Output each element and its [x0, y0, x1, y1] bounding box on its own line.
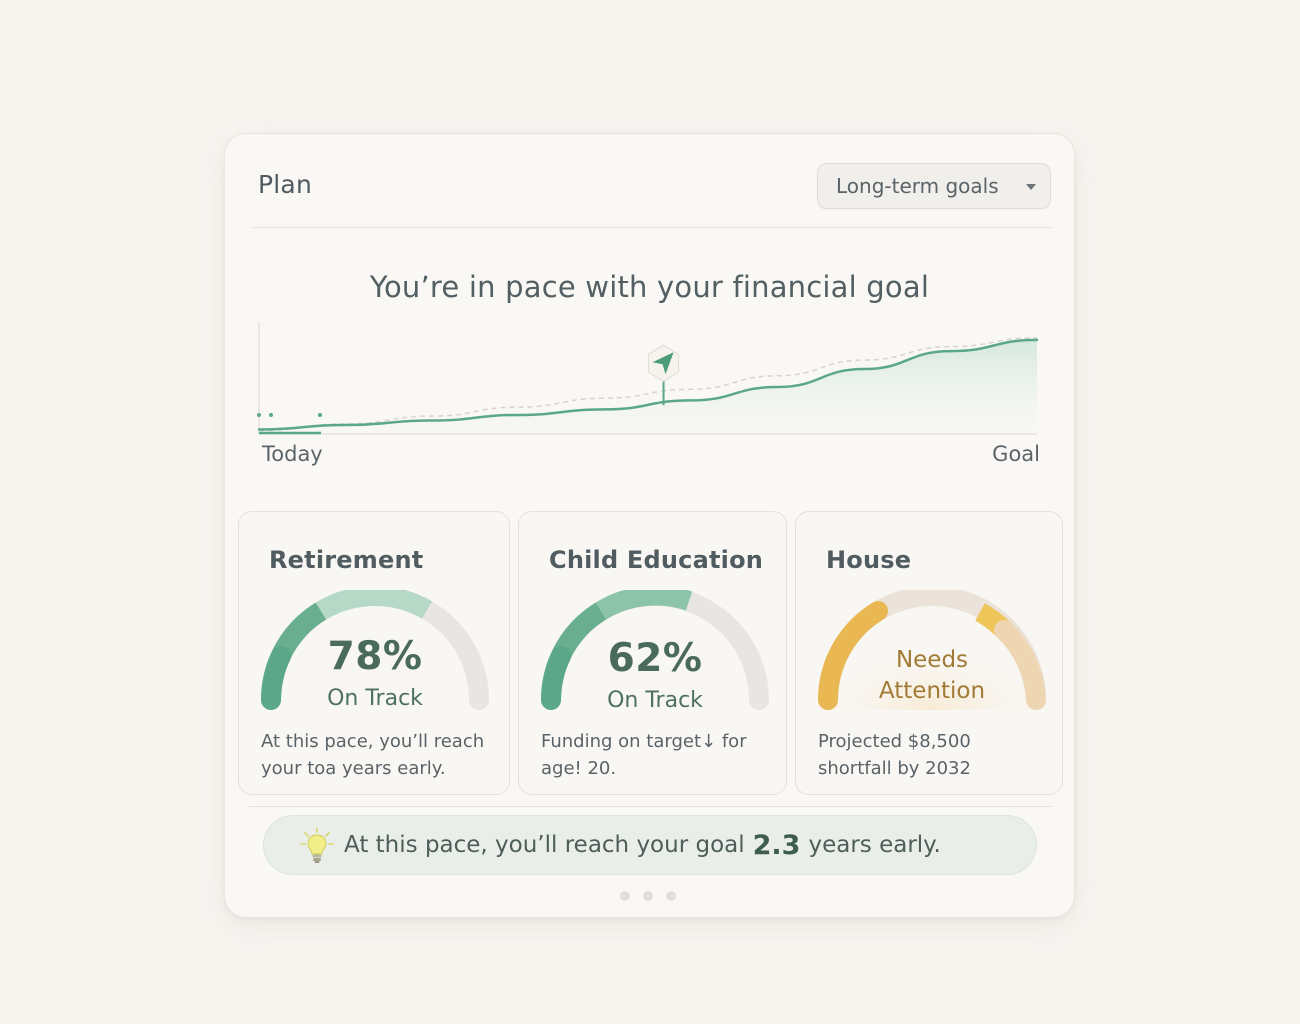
progress-gauge: 78% On Track [259, 585, 491, 711]
pagination-dots [620, 891, 676, 901]
goal-type-dropdown[interactable]: Long-term goals [817, 163, 1051, 209]
today-point [318, 413, 322, 417]
pace-banner: At this pace, you’ll reach your goal 2.3… [263, 815, 1037, 875]
goal-description: At this pace, you’ll reach your toa year… [261, 731, 485, 779]
today-point [257, 413, 261, 417]
dropdown-label: Long-term goals [836, 174, 999, 198]
goal-card-child-education[interactable]: Child Education 62% On Track Funding on … [518, 511, 787, 795]
page-dot[interactable] [620, 891, 630, 901]
banner-number: 2.3 [752, 829, 801, 861]
lightbulb-icon [300, 828, 334, 863]
gauge-fill-light [595, 585, 693, 620]
goal-title: House [826, 546, 912, 574]
axis-label-goal: Goal [992, 442, 1040, 466]
goal-card-house[interactable]: House Needs Attention Projected $8,500 s… [795, 511, 1063, 795]
gauge-percent: 78% [327, 634, 423, 679]
progress-headline: You’re in pace with your financial goal [369, 270, 930, 304]
footer-divider [249, 806, 1052, 807]
chevron-down-icon [1026, 184, 1036, 190]
goal-title: Child Education [549, 546, 764, 574]
attention-gauge: Needs Attention [816, 586, 1048, 710]
goal-description: Funding on target↓ for age! 20. [541, 731, 747, 779]
card-title: Plan [258, 170, 312, 199]
gauge-status: Attention [878, 678, 986, 704]
page-dot[interactable] [643, 891, 653, 901]
gauge-percent: 62% [607, 636, 703, 681]
goal-title: Retirement [269, 546, 424, 574]
gauge-status: On Track [327, 686, 423, 711]
axis-label-today: Today [262, 442, 323, 466]
page-dot[interactable] [666, 891, 676, 901]
banner-suffix: years early. [808, 832, 941, 858]
today-point [269, 413, 273, 417]
header-divider [253, 227, 1051, 228]
gauge-status: Needs [895, 647, 969, 673]
banner-prefix: At this pace, you’ll reach your goal [344, 832, 745, 858]
current-position-marker [648, 344, 680, 406]
goal-card-retirement[interactable]: Retirement 78% On Track At this pace, yo… [238, 511, 510, 795]
gauge-status: On Track [607, 688, 703, 713]
plan-card: Plan Long-term goals You’re in pace with… [224, 133, 1075, 918]
progress-gauge: 62% On Track [539, 585, 771, 713]
goal-description: Projected $8,500 shortfall by 2032 [818, 731, 971, 779]
progress-chart [257, 322, 1039, 435]
gauge-fill-light [315, 585, 433, 620]
